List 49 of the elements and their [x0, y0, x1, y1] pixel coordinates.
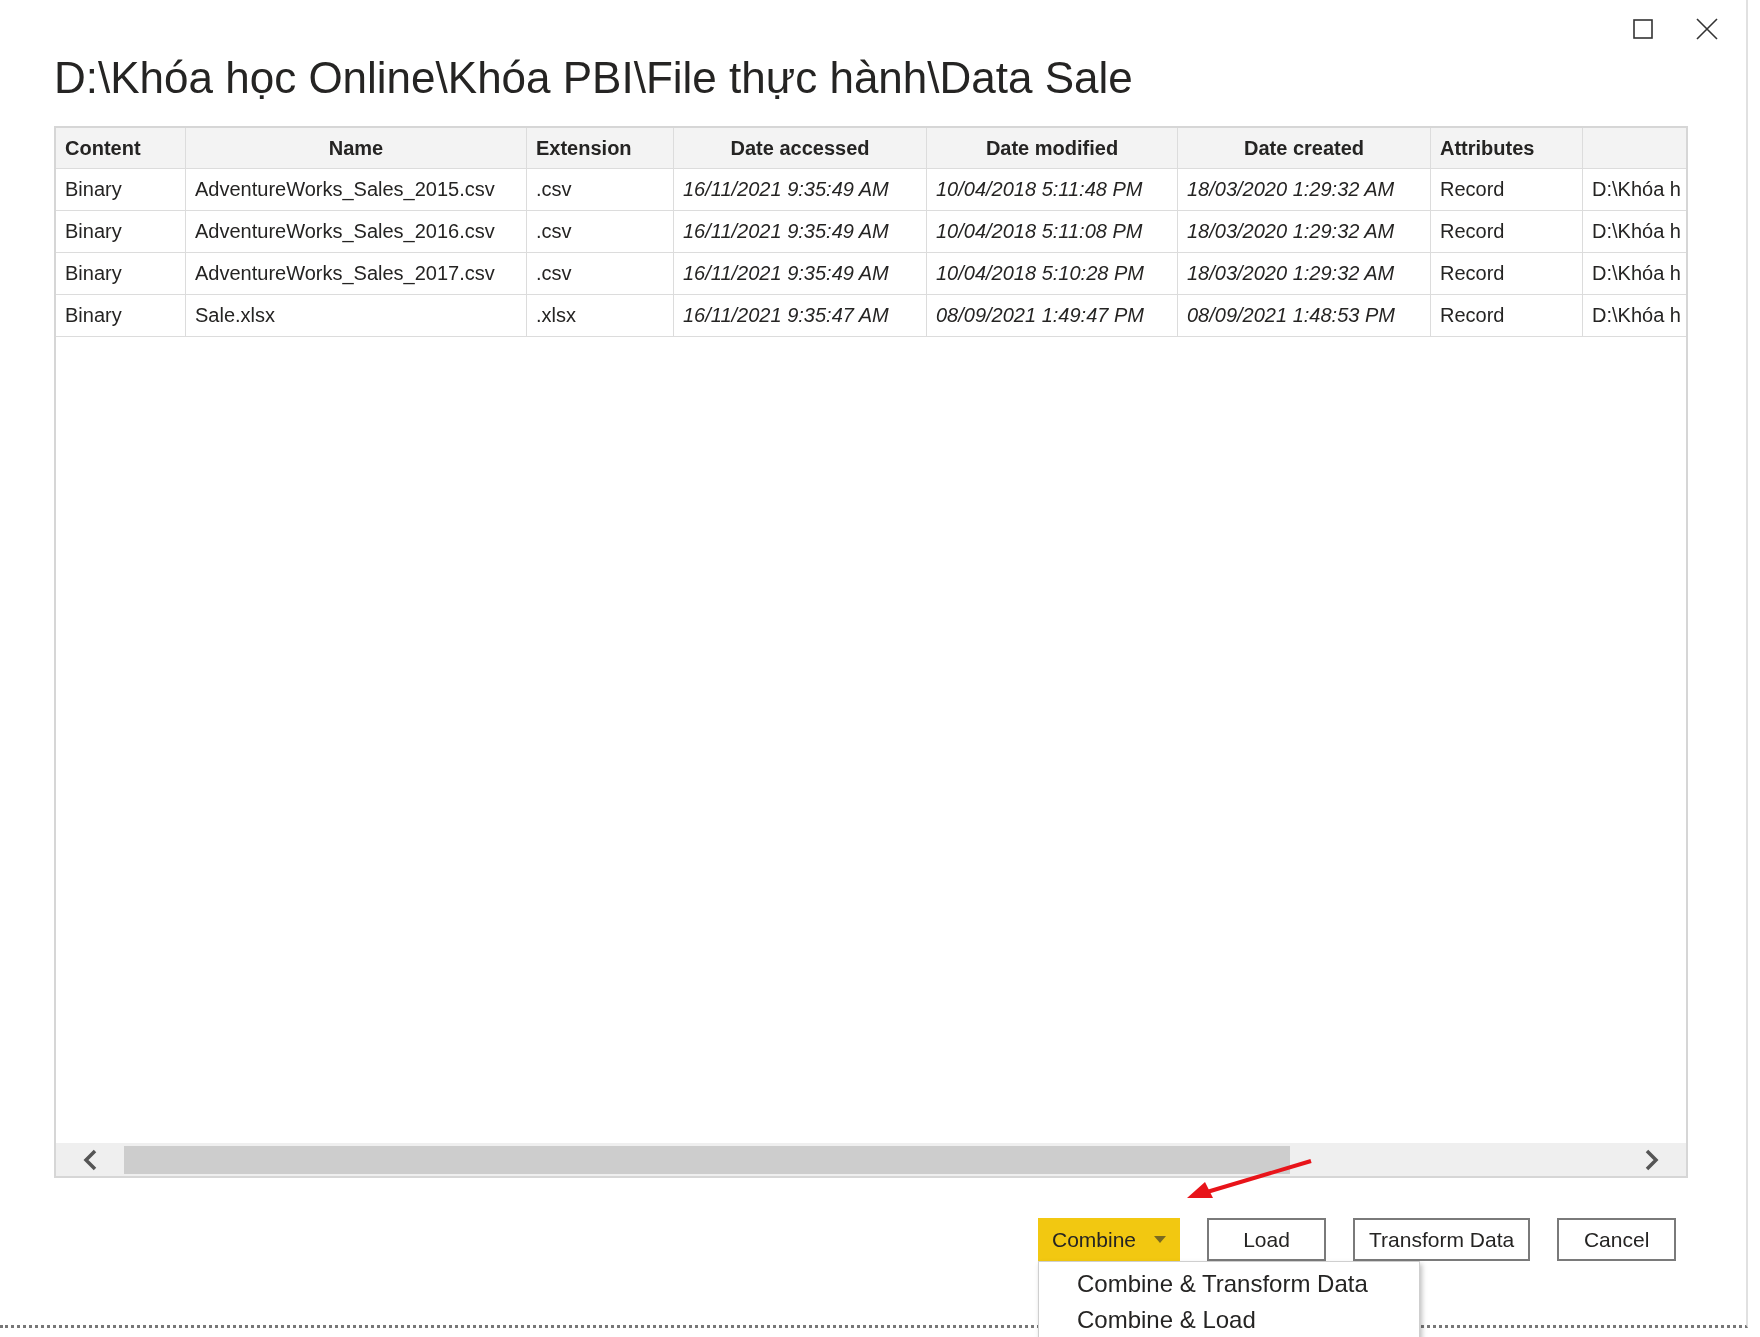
table-cell: 10/04/2018 5:11:08 PM: [927, 211, 1178, 253]
menu-item[interactable]: Combine & Transform Data: [1039, 1266, 1419, 1302]
column-header[interactable]: Date modified: [927, 128, 1178, 169]
column-header[interactable]: Extension: [527, 128, 674, 169]
table-cell: D:\Khóa h: [1583, 169, 1686, 211]
table-cell: AdventureWorks_Sales_2016.csv: [186, 211, 527, 253]
column-header[interactable]: Content: [56, 128, 186, 169]
table-cell: Binary: [56, 211, 186, 253]
table-cell: 10/04/2018 5:10:28 PM: [927, 253, 1178, 295]
table-cell: 16/11/2021 9:35:49 AM: [674, 253, 927, 295]
table-cell: 10/04/2018 5:11:48 PM: [927, 169, 1178, 211]
combine-button[interactable]: Combine: [1038, 1218, 1181, 1261]
column-header[interactable]: Name: [186, 128, 527, 169]
table-cell: .xlsx: [527, 295, 674, 337]
dialog-button[interactable]: Cancel: [1557, 1218, 1677, 1261]
table-cell: 08/09/2021 1:48:53 PM: [1178, 295, 1431, 337]
window-title: D:\Khóa học Online\Khóa PBI\File thực hành\Data Sale: [54, 52, 1134, 104]
close-icon[interactable]: [1694, 16, 1720, 42]
column-header[interactable]: Attributes: [1431, 128, 1583, 169]
table-cell: .csv: [527, 211, 674, 253]
table-cell: 18/03/2020 1:29:32 AM: [1178, 211, 1431, 253]
table-cell: 08/09/2021 1:49:47 PM: [927, 295, 1178, 337]
table-cell: 16/11/2021 9:35:47 AM: [674, 295, 927, 337]
table-cell: .csv: [527, 169, 674, 211]
table-cell: 18/03/2020 1:29:32 AM: [1178, 253, 1431, 295]
dialog-button[interactable]: Transform Data: [1353, 1218, 1531, 1261]
table-cell: Sale.xlsx: [186, 295, 527, 337]
table-cell: D:\Khóa h: [1583, 253, 1686, 295]
table-cell: AdventureWorks_Sales_2015.csv: [186, 169, 527, 211]
table-cell: Binary: [56, 295, 186, 337]
table-cell: .csv: [527, 253, 674, 295]
table-cell: 16/11/2021 9:35:49 AM: [674, 211, 927, 253]
column-header[interactable]: Date created: [1178, 128, 1431, 169]
table-cell: 18/03/2020 1:29:32 AM: [1178, 169, 1431, 211]
dialog-button[interactable]: Load: [1207, 1218, 1327, 1261]
table-cell: Record: [1431, 253, 1583, 295]
table-cell: 16/11/2021 9:35:49 AM: [674, 169, 927, 211]
table-cell: Binary: [56, 253, 186, 295]
caret-icon: [1154, 1236, 1167, 1243]
table-cell: Record: [1431, 295, 1583, 337]
table-cell: D:\Khóa h: [1583, 295, 1686, 337]
table-cell: Binary: [56, 169, 186, 211]
table-cell: AdventureWorks_Sales_2017.csv: [186, 253, 527, 295]
table-cell: D:\Khóa h: [1583, 211, 1686, 253]
column-header[interactable]: Date accessed: [674, 128, 927, 169]
maximize-icon[interactable]: [1630, 16, 1656, 42]
table-cell: Record: [1431, 211, 1583, 253]
table-cell: Record: [1431, 169, 1583, 211]
menu-item[interactable]: Combine & Load: [1039, 1302, 1419, 1337]
